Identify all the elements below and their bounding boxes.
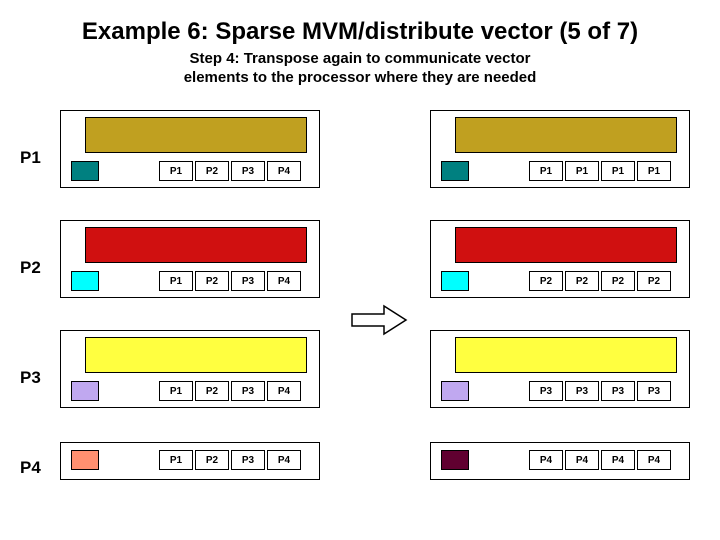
cell: P1 (565, 161, 599, 181)
right-panel-p3: P3 P3 P3 P3 (430, 330, 690, 408)
chip-p1 (441, 161, 469, 181)
big-bar-p2-right (455, 227, 677, 263)
cell: P2 (195, 450, 229, 470)
chip-p2 (71, 271, 99, 291)
slide-subtitle: Step 4: Transpose again to communicate v… (0, 50, 720, 88)
row-label-p1: P1 (20, 148, 41, 168)
big-bar-p2-left (85, 227, 307, 263)
subtitle-line-1: Step 4: Transpose again to communicate v… (190, 50, 531, 67)
cell-row: P1 P2 P3 P4 (71, 381, 313, 403)
cell-row: P3 P3 P3 P3 (441, 381, 683, 403)
arrow-icon (350, 300, 410, 340)
cell-row: P4 P4 P4 P4 (441, 450, 683, 472)
big-bar-p3-left (85, 337, 307, 373)
chip-p3 (441, 381, 469, 401)
cell: P3 (231, 381, 265, 401)
cell: P2 (195, 271, 229, 291)
row-label-p3: P3 (20, 368, 41, 388)
cell-row: P1 P1 P1 P1 (441, 161, 683, 183)
cell: P4 (267, 381, 301, 401)
cell: P1 (159, 381, 193, 401)
chip-p2 (441, 271, 469, 291)
left-panel-p2: P1 P2 P3 P4 (60, 220, 320, 298)
cell: P1 (637, 161, 671, 181)
cell-row: P1 P2 P3 P4 (71, 161, 313, 183)
cell: P3 (565, 381, 599, 401)
subtitle-line-2: elements to the processor where they are… (184, 69, 537, 86)
cell: P3 (231, 271, 265, 291)
cell: P2 (637, 271, 671, 291)
left-panel-p1: P1 P2 P3 P4 (60, 110, 320, 188)
cell: P3 (231, 450, 265, 470)
cell: P1 (159, 161, 193, 181)
cell: P2 (195, 161, 229, 181)
cell: P3 (601, 381, 635, 401)
chip-p4 (441, 450, 469, 470)
left-panel-p3: P1 P2 P3 P4 (60, 330, 320, 408)
cell: P2 (195, 381, 229, 401)
cell: P4 (267, 271, 301, 291)
cell: P4 (565, 450, 599, 470)
chip-p3 (71, 381, 99, 401)
cell: P2 (601, 271, 635, 291)
right-panel-p4: P4 P4 P4 P4 (430, 442, 690, 480)
cell: P1 (529, 161, 563, 181)
cell: P4 (637, 450, 671, 470)
big-bar-p1-right (455, 117, 677, 153)
cell: P4 (267, 450, 301, 470)
slide: Example 6: Sparse MVM/distribute vector … (0, 0, 720, 540)
right-panel-p2: P2 P2 P2 P2 (430, 220, 690, 298)
chip-p1 (71, 161, 99, 181)
cell: P3 (529, 381, 563, 401)
row-label-p2: P2 (20, 258, 41, 278)
cell: P2 (529, 271, 563, 291)
big-bar-p3-right (455, 337, 677, 373)
cell: P3 (231, 161, 265, 181)
cell-row: P1 P2 P3 P4 (71, 450, 313, 472)
chip-p4 (71, 450, 99, 470)
right-panel-p1: P1 P1 P1 P1 (430, 110, 690, 188)
cell: P1 (601, 161, 635, 181)
cell: P1 (159, 450, 193, 470)
cell-row: P2 P2 P2 P2 (441, 271, 683, 293)
cell-row: P1 P2 P3 P4 (71, 271, 313, 293)
cell: P4 (601, 450, 635, 470)
cell: P3 (637, 381, 671, 401)
big-bar-p1-left (85, 117, 307, 153)
cell: P1 (159, 271, 193, 291)
left-panel-p4: P1 P2 P3 P4 (60, 442, 320, 480)
cell: P2 (565, 271, 599, 291)
cell: P4 (529, 450, 563, 470)
slide-title: Example 6: Sparse MVM/distribute vector … (0, 18, 720, 46)
row-label-p4: P4 (20, 458, 41, 478)
cell: P4 (267, 161, 301, 181)
